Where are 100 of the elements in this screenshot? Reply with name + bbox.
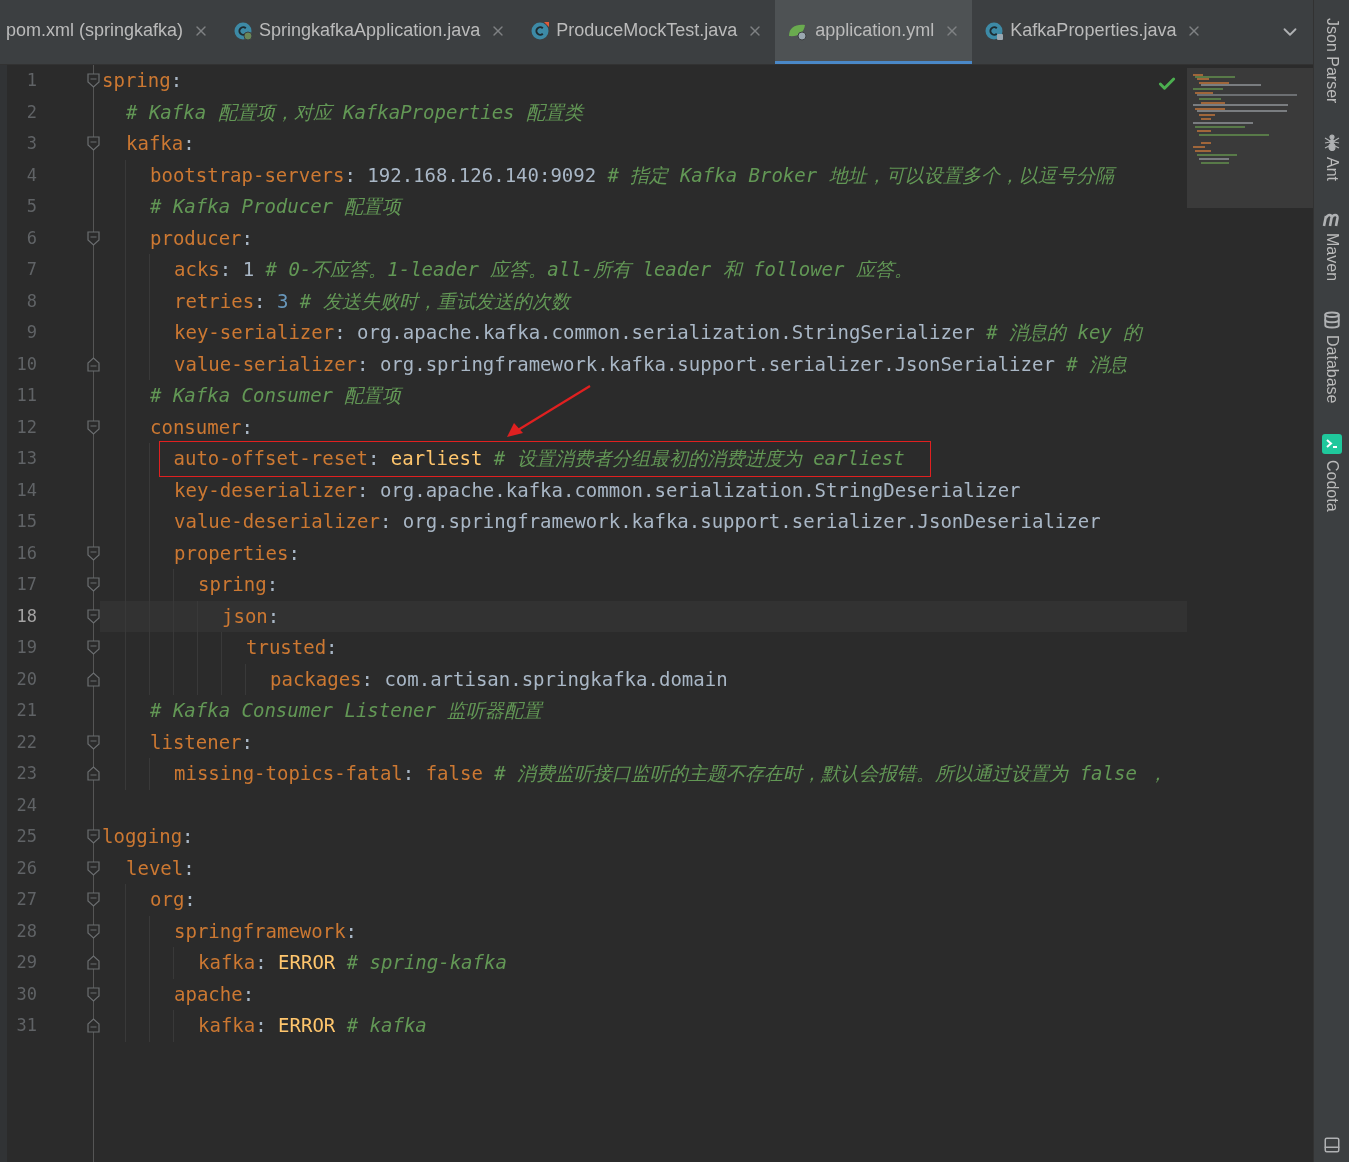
editor-tab[interactable]: pom.xml (springkafka) [0,0,222,64]
fold-marker-icon[interactable] [87,892,100,907]
line-number: 1 [25,69,37,92]
yaml-value: org.apache.kafka.common.serialization.StringSerializer [357,321,975,343]
fold-marker-icon[interactable] [87,860,100,876]
line-number: 14 [15,478,37,502]
colon: : [183,132,195,154]
class-file-icon [233,20,254,41]
fold-marker-icon[interactable] [87,419,100,435]
yaml-value: 192.168.126.140:9092 [367,163,597,186]
fold-marker-icon[interactable] [87,640,100,655]
fold-end-icon[interactable] [87,1018,100,1033]
fold-end-icon[interactable] [87,356,100,372]
fold-marker-icon[interactable] [87,577,100,592]
fold-marker-icon[interactable] [87,734,100,750]
colon: : [255,951,267,973]
fold-marker-icon[interactable] [87,923,100,939]
code-comment: # spring-kafka [346,951,507,973]
editor-tab[interactable]: KafkaProperties.java [972,0,1215,64]
ant-icon [1322,133,1341,152]
tab-label: pom.xml (springkafka) [6,19,184,42]
yaml-key: spring [198,573,267,595]
tool-window-tab[interactable]: Database [1319,335,1344,404]
yaml-value: ERROR [278,1014,336,1036]
fold-marker-icon[interactable] [87,230,100,246]
yaml-key: trusted [246,636,327,658]
line-number: 19 [15,636,37,659]
code-comment: # 消息的 key 的 [986,321,1143,343]
yaml-value: ERROR [278,951,336,973]
line-number: 5 [25,195,37,218]
colon: : [254,289,266,312]
colon: : [326,636,338,658]
line-number: 11 [15,384,37,407]
class-file-icon [984,20,1005,41]
code-comment: # 设置消费者分组最初的消费进度为 earliest [493,446,905,469]
fold-end-icon[interactable] [87,766,100,781]
line-number: 16 [15,541,37,565]
colon: : [255,1014,267,1036]
line-number: 9 [25,321,37,344]
tab-label: KafkaProperties.java [1010,19,1177,42]
yaml-value: org.springframework.kafka.support.serializer.JsonDeserializer [402,510,1101,532]
yaml-key: org [150,888,185,910]
yaml-key: spring [102,69,171,91]
line-number: 17 [15,573,37,596]
editor-tab[interactable]: application.yml [775,0,973,64]
yaml-key: json [222,604,268,627]
colon: : [357,352,369,375]
code-comment: # Kafka 配置项，对应 KafkaProperties 配置类 [126,100,583,123]
tool-window-tab[interactable]: Codota [1319,459,1344,512]
fold-marker-icon[interactable] [87,73,100,88]
yaml-key: key-deserializer [174,478,358,501]
fold-end-icon[interactable] [87,955,100,970]
colon: : [267,604,280,627]
tab-label: ProduceMockTest.java [556,19,738,42]
yaml-key: consumer [150,415,242,438]
panel-icon[interactable] [1322,1136,1341,1154]
line-number: 3 [25,132,37,155]
colon: : [241,730,253,753]
colon: : [242,982,255,1005]
fold-marker-icon[interactable] [87,986,100,1002]
line-number: 10 [15,352,37,376]
tool-window-tab[interactable]: Json Parser [1319,18,1344,104]
line-number: 7 [25,258,37,281]
yaml-value: 3 [276,289,289,312]
colon: : [344,163,356,186]
line-number: 8 [25,289,37,313]
colon: : [266,573,279,595]
colon: : [288,541,300,564]
tool-window-tab[interactable]: Maven [1319,233,1344,282]
yaml-key: kafka [198,951,256,973]
code-comment: # Kafka Consumer 配置项 [150,384,402,406]
line-number: 29 [15,951,37,974]
colon: : [219,258,232,280]
fold-end-icon[interactable] [87,671,100,687]
editor-tab[interactable]: ProduceMockTest.java [518,0,776,64]
fold-marker-icon[interactable] [87,545,100,561]
line-number: 31 [15,1014,37,1037]
yaml-value: false [425,762,483,784]
code-comment: # kafka [346,1014,427,1036]
database-icon [1322,311,1341,330]
editor-tab[interactable]: SpringkafkaApplication.java [221,0,519,64]
yaml-value: earliest [390,446,483,469]
colon: : [241,226,253,249]
line-number: 15 [15,510,37,533]
class-file-icon [530,20,551,41]
yaml-key: auto-offset-reset [173,446,368,469]
yaml-key: key-serializer [174,321,335,343]
fold-marker-icon[interactable] [87,608,100,624]
tool-window-tab[interactable]: Ant [1319,157,1344,182]
fold-marker-icon[interactable] [87,136,100,151]
fold-marker-icon[interactable] [87,829,100,844]
colon: : [357,478,369,501]
code-comment: # Kafka Consumer Listener 监听器配置 [150,699,543,721]
code-comment: # 消费监听接口监听的主题不存在时，默认会报错。所以通过设置为 false ， [494,762,1168,784]
tab-label: SpringkafkaApplication.java [259,19,481,42]
line-number: 12 [15,415,37,439]
line-number: 4 [25,163,37,187]
tab-label: application.yml [815,19,935,42]
line-number: 30 [15,982,37,1006]
yaml-key: listener [150,730,242,753]
